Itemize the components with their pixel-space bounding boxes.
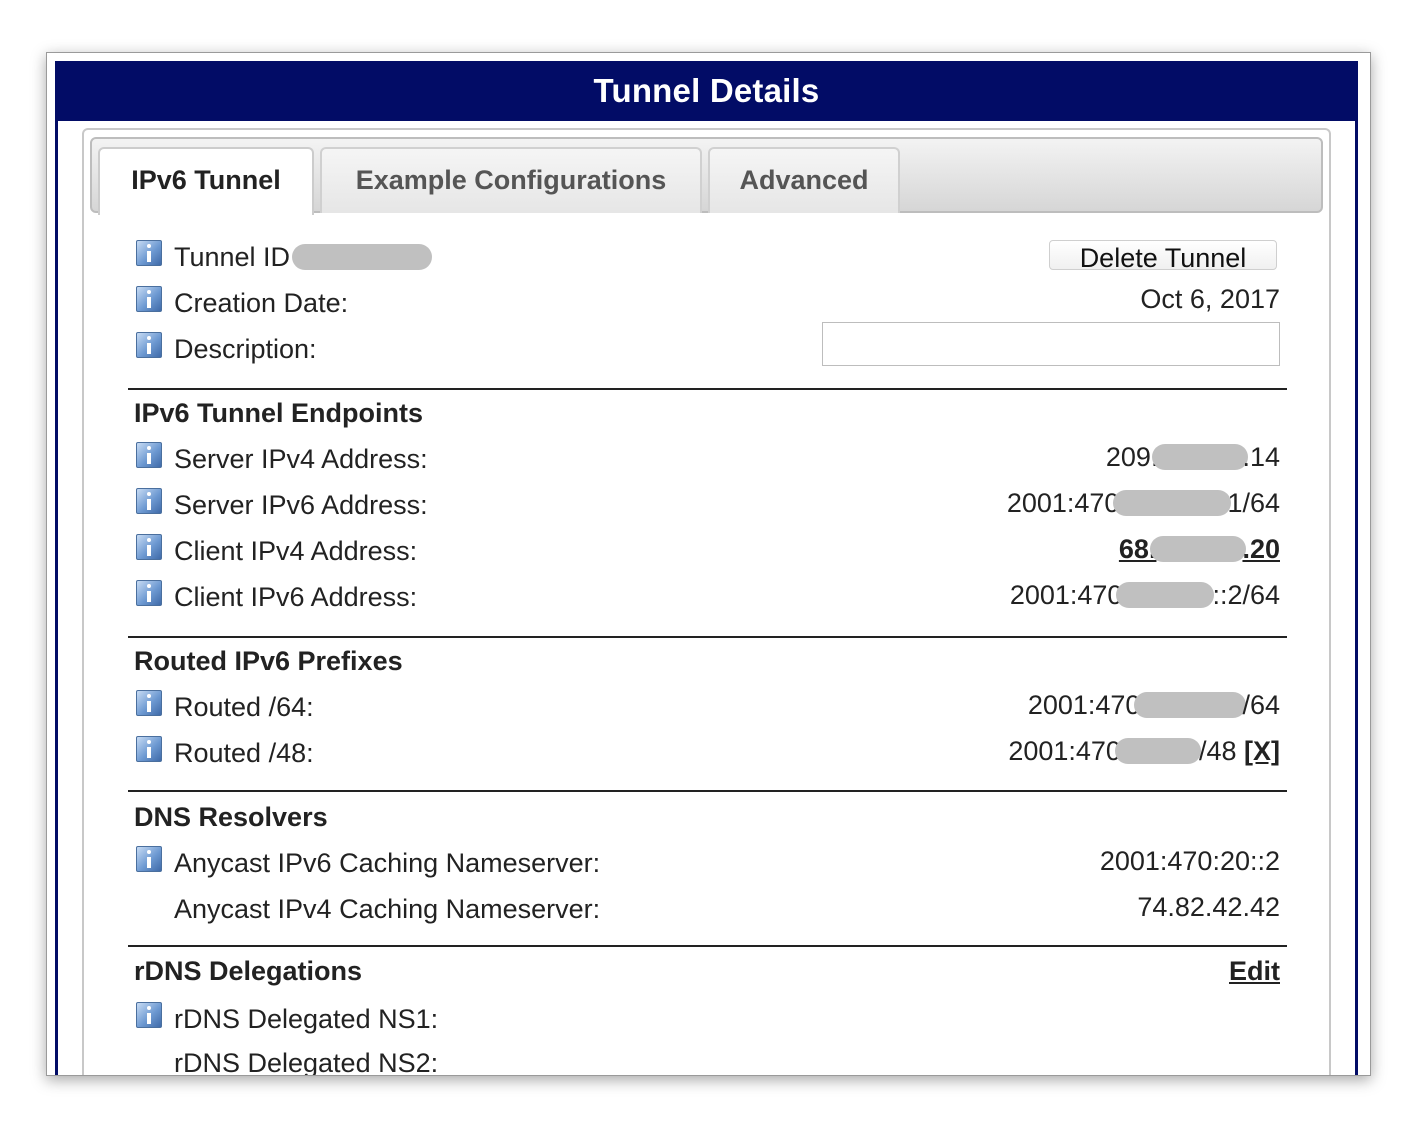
window-title: Tunnel Details xyxy=(58,61,1355,121)
server-ipv6-row: Server IPv6 Address: 2001:470 1/64 xyxy=(128,488,1287,528)
client-ipv4-label: Client IPv4 Address: xyxy=(174,536,418,566)
dns-ipv6-row: Anycast IPv6 Caching Nameserver: 2001:47… xyxy=(128,846,1287,886)
delete-tunnel-button[interactable]: Delete Tunnel xyxy=(1049,240,1277,273)
tab-bar: IPv6 Tunnel Example Configurations Advan… xyxy=(90,137,1323,215)
dns-ipv4-value: 74.82.42.42 xyxy=(1137,892,1280,922)
description-row: Description: xyxy=(128,322,1287,372)
rdns-ns2-label: rDNS Delegated NS2: xyxy=(174,1048,439,1076)
client-ipv4-row: Client IPv4 Address: 68. .20 xyxy=(128,534,1287,574)
info-icon[interactable] xyxy=(136,442,162,468)
section-divider xyxy=(128,388,1287,390)
redacted-text xyxy=(1134,691,1247,718)
server-ipv6-value: 2001:470 1/64 xyxy=(1006,488,1280,518)
creation-date-row: Creation Date: Oct 6, 2017 xyxy=(128,284,1287,326)
tunnel-id-row: Tunnel ID Delete Tunnel xyxy=(128,240,1287,280)
client-ipv6-row: Client IPv6 Address: 2001:470::2/64 xyxy=(128,580,1287,620)
routed48-row: Routed /48: 2001:470/48 [X] xyxy=(128,736,1287,776)
dns-section-title: DNS Resolvers xyxy=(134,802,328,832)
tunnel-details-window: Tunnel Details IPv6 Tunnel Example Confi… xyxy=(46,52,1371,1076)
dns-ipv4-label: Anycast IPv4 Caching Nameserver: xyxy=(174,894,601,924)
creation-date-value: Oct 6, 2017 xyxy=(1140,284,1280,314)
redacted-tunnel-id xyxy=(292,243,433,270)
client-ipv6-label: Client IPv6 Address: xyxy=(174,582,418,612)
info-icon[interactable] xyxy=(136,1002,162,1028)
redacted-text xyxy=(1114,737,1201,764)
routed-section-title: Routed IPv6 Prefixes xyxy=(134,646,403,676)
routed48-label: Routed /48: xyxy=(174,738,314,768)
creation-date-label: Creation Date: xyxy=(174,288,349,318)
endpoints-section-title: IPv6 Tunnel Endpoints xyxy=(134,398,424,428)
tunnel-id-label: Tunnel ID xyxy=(174,242,433,273)
info-icon[interactable] xyxy=(136,580,162,606)
info-icon[interactable] xyxy=(136,488,162,514)
dns-ipv6-label: Anycast IPv6 Caching Nameserver: xyxy=(174,848,601,878)
info-icon[interactable] xyxy=(136,736,162,762)
rdns-ns2-row: rDNS Delegated NS2: xyxy=(128,1046,1287,1076)
info-icon[interactable] xyxy=(136,286,162,312)
rdns-ns1-label: rDNS Delegated NS1: xyxy=(174,1004,439,1034)
rdns-ns1-row: rDNS Delegated NS1: xyxy=(128,1002,1287,1042)
server-ipv4-value: 209. .14 xyxy=(1105,442,1280,472)
section-divider xyxy=(128,636,1287,638)
info-icon[interactable] xyxy=(136,534,162,560)
dns-ipv4-row: Anycast IPv4 Caching Nameserver: 74.82.4… xyxy=(128,892,1287,932)
tab-advanced[interactable]: Advanced xyxy=(708,147,900,213)
description-label: Description: xyxy=(174,334,317,364)
redacted-text xyxy=(1116,581,1215,608)
tab-ipv6-tunnel[interactable]: IPv6 Tunnel xyxy=(98,147,314,215)
description-input[interactable] xyxy=(822,322,1280,366)
info-icon[interactable] xyxy=(136,240,162,266)
server-ipv4-row: Server IPv4 Address: 209. .14 xyxy=(128,442,1287,482)
redacted-text xyxy=(1152,443,1249,470)
section-divider xyxy=(128,945,1287,947)
server-ipv6-label: Server IPv6 Address: xyxy=(174,490,428,520)
routed64-label: Routed /64: xyxy=(174,692,314,722)
rdns-section-title: rDNS Delegations xyxy=(134,956,363,986)
info-icon[interactable] xyxy=(136,690,162,716)
routed64-row: Routed /64: 2001:470/64 xyxy=(128,690,1287,730)
server-ipv4-label: Server IPv4 Address: xyxy=(174,444,428,474)
routed48-value: 2001:470/48 [X] xyxy=(1008,736,1280,766)
redacted-text xyxy=(1150,535,1247,562)
rdns-edit-link[interactable]: Edit xyxy=(1229,956,1280,987)
tab-example-configurations[interactable]: Example Configurations xyxy=(320,147,702,213)
tab-panel: IPv6 Tunnel Example Configurations Advan… xyxy=(82,128,1331,1076)
info-icon[interactable] xyxy=(136,846,162,872)
client-ipv4-value[interactable]: 68. .20 xyxy=(1119,534,1280,565)
info-icon[interactable] xyxy=(136,332,162,358)
window-frame: Tunnel Details IPv6 Tunnel Example Confi… xyxy=(55,61,1358,1076)
redacted-text xyxy=(1113,489,1232,516)
remove-routed48-link[interactable]: [X] xyxy=(1244,736,1280,766)
routed64-value: 2001:470/64 xyxy=(1027,690,1280,720)
section-divider xyxy=(128,790,1287,792)
client-ipv6-value: 2001:470::2/64 xyxy=(1009,580,1280,610)
dns-ipv6-value: 2001:470:20::2 xyxy=(1099,846,1280,876)
